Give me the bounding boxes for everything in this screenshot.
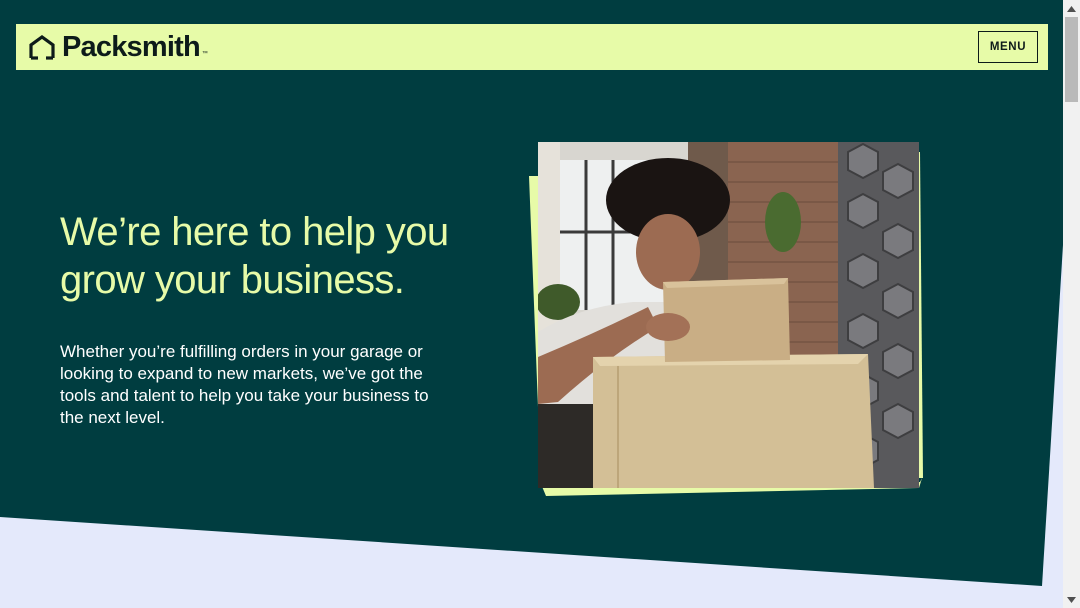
scroll-up-button[interactable] bbox=[1063, 0, 1080, 17]
scrollbar[interactable] bbox=[1063, 0, 1080, 608]
hero-image-container bbox=[528, 142, 924, 498]
triangle-down-icon bbox=[1067, 596, 1076, 603]
brand-name: Packsmith bbox=[62, 31, 201, 63]
house-outline-icon bbox=[29, 35, 55, 60]
site-header: Packsmith ™ MENU bbox=[16, 24, 1048, 70]
logo-link[interactable]: Packsmith ™ bbox=[28, 32, 212, 62]
menu-button[interactable]: MENU bbox=[978, 31, 1038, 63]
hero-headline: We’re here to help you grow your busines… bbox=[60, 210, 449, 302]
scrollbar-thumb[interactable] bbox=[1065, 17, 1078, 102]
hero-subtext: Whether you’re fulfilling orders in your… bbox=[60, 342, 429, 427]
page: Packsmith ™ MENU We’re here to help you … bbox=[0, 0, 1080, 608]
hero-photo bbox=[538, 142, 919, 488]
triangle-up-icon bbox=[1067, 5, 1076, 12]
trademark-symbol: ™ bbox=[201, 51, 208, 57]
scroll-down-button[interactable] bbox=[1063, 591, 1080, 608]
